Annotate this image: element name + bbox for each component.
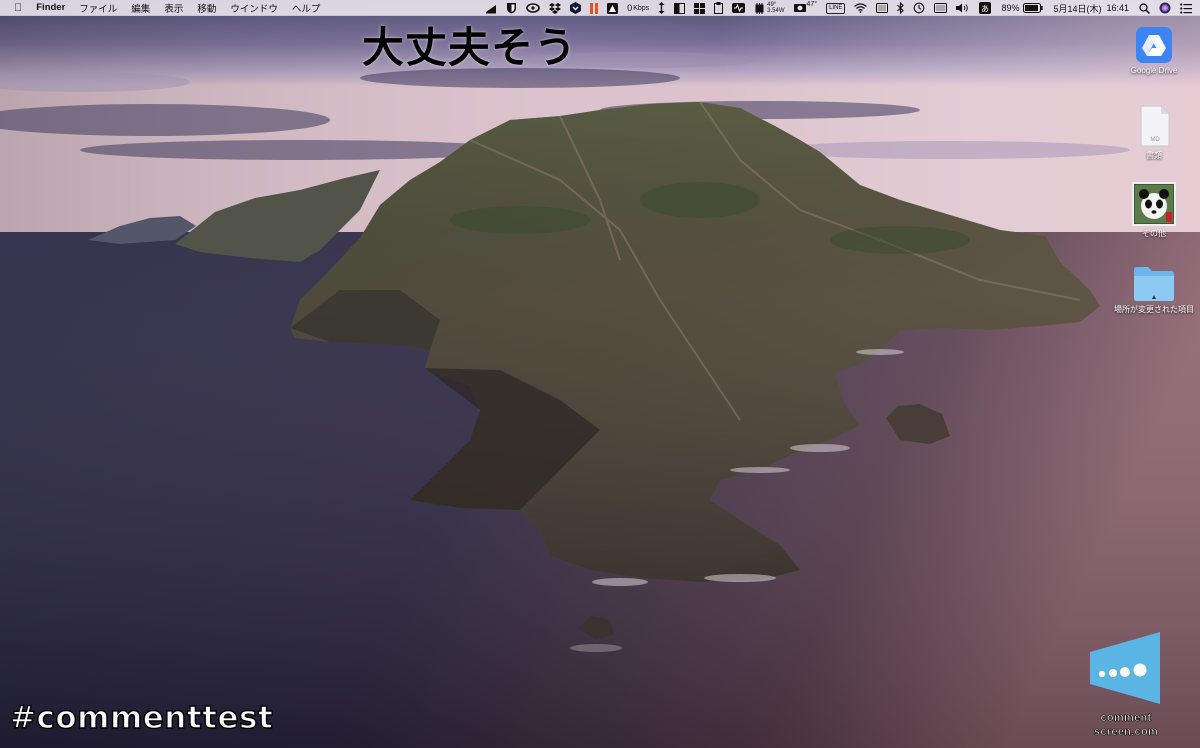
menu-window[interactable]: ウインドウ (230, 1, 278, 15)
time-machine-icon[interactable] (913, 0, 925, 16)
activity-monitor-icon[interactable] (732, 0, 746, 16)
cpu-stats[interactable]: 49° 3.54W (754, 0, 785, 16)
network-speed-value: 0 (627, 3, 633, 13)
battery-icon[interactable] (1023, 0, 1044, 16)
gpu-stats[interactable]: 47° (793, 0, 818, 16)
menu-app-finder[interactable]: Finder (36, 2, 65, 13)
google-drive-icon (1136, 27, 1172, 63)
desktop-icon-relocated-items[interactable]: 場所が変更された項目 (1109, 264, 1199, 315)
hashtag-overlay: #commenttest (9, 699, 274, 736)
menu-edit[interactable]: 編集 (131, 1, 150, 15)
network-speed-unit: Kbps (633, 4, 650, 12)
line-label: LINE (826, 2, 846, 14)
cpu-power: 3.54W (767, 8, 785, 14)
menu-file[interactable]: ファイル (79, 1, 117, 15)
desktop-icon-documents[interactable]: MD 書類 (1109, 104, 1199, 161)
battery-percent[interactable]: 89% (1001, 0, 1019, 16)
line-icon[interactable]: LINE (826, 0, 846, 16)
pause-icon[interactable] (590, 0, 599, 16)
network-speed[interactable]: 0 Kbps (627, 0, 649, 16)
desktop-icon-label: 書類 (1146, 151, 1162, 160)
comment-screen-logo-icon (1090, 632, 1160, 704)
vpn-triangle-icon[interactable] (607, 0, 619, 16)
menubar-time[interactable]: 16:41 (1106, 0, 1129, 16)
bluetooth-icon[interactable] (897, 0, 905, 16)
menubar-date[interactable]: 5月14日(木) (1053, 0, 1101, 16)
overlay-comment-text: 大丈夫そう (362, 23, 578, 72)
screen-mirror-icon[interactable] (934, 0, 948, 16)
clipboard-icon[interactable] (714, 0, 724, 16)
desktop-icon-google-drive[interactable]: Google Drive (1109, 26, 1199, 75)
document-icon: MD (1140, 105, 1170, 147)
apple-icon[interactable]:  (14, 2, 22, 14)
folder-icon (1134, 267, 1174, 301)
desktop-icon-label: 場所が変更された項目 (1114, 305, 1194, 314)
siri-icon[interactable] (1159, 0, 1171, 16)
panda-image-icon (1132, 182, 1176, 226)
display-icon[interactable] (876, 0, 889, 16)
spotlight-icon[interactable] (1139, 0, 1150, 16)
svg-text:MD: MD (1150, 137, 1160, 143)
menu-help[interactable]: ヘルプ (292, 1, 321, 15)
wifi-icon[interactable] (854, 0, 868, 16)
comment-screen-logo: comment screen.com (1088, 630, 1164, 742)
volume-icon[interactable] (956, 0, 970, 16)
menu-bar:  Finder ファイル 編集 表示 移動 ウインドウ ヘルプ 0 (0, 0, 1200, 16)
menu-view[interactable]: 表示 (164, 1, 183, 15)
window-split-icon[interactable] (674, 0, 686, 16)
logo-text-line2: screen.com (1093, 726, 1159, 739)
desktop-wallpaper (0, 0, 1200, 748)
desktop-icon-label: Google Drive (1130, 66, 1178, 75)
transfer-arrows-icon[interactable] (658, 0, 665, 16)
desktop-icon-label: その他 (1142, 229, 1166, 238)
menu-go[interactable]: 移動 (197, 1, 216, 15)
svg-text:あ: あ (981, 5, 989, 14)
logo-text-line1: comment (1100, 712, 1152, 725)
grid-icon[interactable] (694, 0, 706, 16)
gpu-temp: 47° (806, 1, 818, 8)
notification-center-icon[interactable] (1180, 0, 1192, 16)
desktop-icon-other[interactable]: その他 (1109, 182, 1199, 239)
input-method-icon[interactable]: あ (979, 0, 992, 16)
